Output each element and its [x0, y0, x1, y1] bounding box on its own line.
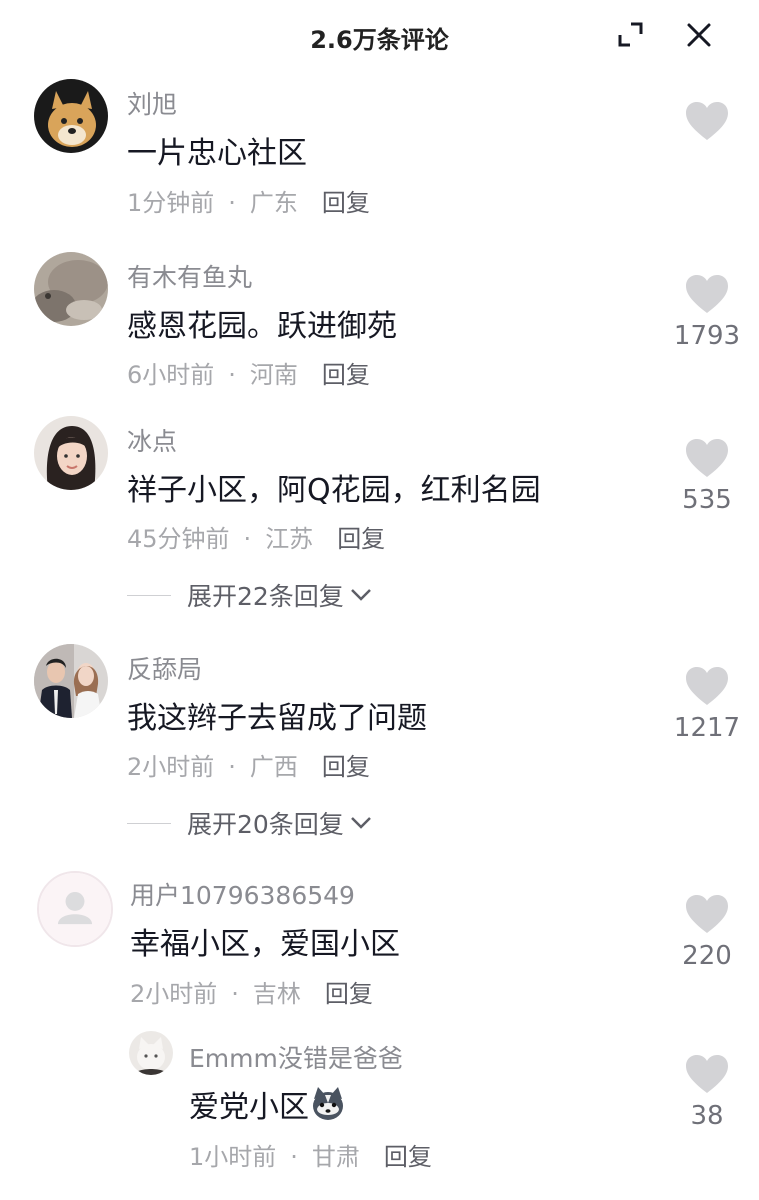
reply-button[interactable]: 回复 [337, 525, 385, 553]
comment-time: 2小时前 [130, 980, 218, 1008]
like-count [662, 148, 752, 180]
expand-replies-button[interactable]: 展开20条回复 [127, 805, 372, 841]
separator-dot: · [228, 753, 236, 781]
comment-text: 幸福小区，爱国小区 [130, 927, 400, 962]
default-user-avatar[interactable] [37, 871, 113, 947]
like-button[interactable]: 220 [662, 893, 752, 973]
expand-replies-button[interactable]: 展开22条回复 [127, 577, 372, 613]
comment-meta: 2小时前 · 吉林 回复 [130, 974, 373, 1009]
username[interactable]: Emmm没错是爸爸 [189, 1039, 403, 1075]
doge-avatar[interactable] [34, 79, 108, 153]
comment-meta: 1小时前 · 甘肃 回复 [189, 1137, 432, 1172]
comment-meta: 45分钟前 · 江苏 回复 [127, 519, 385, 554]
reply-button[interactable]: 回复 [325, 980, 373, 1008]
separator-dot: · [290, 1143, 298, 1171]
comment-time: 2小时前 [127, 753, 215, 781]
divider-line [127, 822, 171, 824]
comment-time: 45分钟前 [127, 525, 230, 553]
cat-avatar[interactable] [129, 1031, 173, 1075]
comment-text: 感恩花园。跃进御苑 [127, 309, 397, 344]
comment-location: 甘肃 [311, 1143, 360, 1171]
comment-location: 广东 [249, 189, 298, 217]
separator-dot: · [228, 189, 236, 217]
comment-meta: 2小时前 · 广西 回复 [127, 747, 370, 782]
comment-location: 江苏 [265, 525, 314, 553]
expand-replies-label: 展开20条回复 [187, 810, 344, 839]
heart-icon [686, 275, 728, 313]
heart-icon [686, 895, 728, 933]
expand-replies-label: 展开22条回复 [187, 582, 344, 611]
like-count: 535 [682, 485, 732, 515]
heart-icon [686, 439, 728, 477]
comment-location: 广西 [249, 753, 298, 781]
comment-text-content: 爱党小区 [189, 1090, 309, 1125]
like-count: 220 [682, 941, 732, 971]
like-button[interactable]: 1793 [662, 273, 752, 353]
comments-header: 2.6万条评论 [0, 0, 759, 72]
comment-location: 河南 [249, 361, 298, 389]
chevron-down-icon [350, 817, 371, 829]
comment-text: 祥子小区，阿Q花园，红利名园 [127, 473, 541, 508]
username[interactable]: 反舔局 [127, 650, 202, 686]
like-button[interactable]: 535 [662, 437, 752, 517]
couple-avatar[interactable] [34, 644, 108, 718]
like-count: 1217 [673, 713, 741, 743]
husky-emoji [309, 1085, 347, 1123]
reply-button[interactable]: 回复 [322, 753, 370, 781]
like-count: 38 [690, 1101, 724, 1131]
comment-meta: 1分钟前 · 广东 回复 [127, 183, 370, 218]
comment-time: 1小时前 [189, 1143, 277, 1171]
heart-icon [686, 667, 728, 705]
username[interactable]: 冰点 [127, 422, 177, 458]
comment-text: 我这辫子去留成了问题 [127, 701, 427, 736]
heart-icon [686, 102, 728, 140]
username[interactable]: 用户10796386549 [130, 876, 355, 912]
like-button[interactable]: 38 [662, 1053, 752, 1133]
like-button[interactable]: 1217 [662, 665, 752, 745]
heart-icon [686, 1055, 728, 1093]
comment-text: 一片忠心社区 [127, 136, 307, 171]
reply-button[interactable]: 回复 [322, 361, 370, 389]
close-icon[interactable] [682, 18, 716, 52]
like-button[interactable] [662, 100, 752, 180]
girl-avatar[interactable] [34, 416, 108, 490]
comment-text: 爱党小区 [189, 1082, 347, 1126]
reply-button[interactable]: 回复 [384, 1143, 432, 1171]
separator-dot: · [243, 525, 252, 553]
like-count: 1793 [673, 321, 741, 351]
comment-location: 吉林 [252, 980, 301, 1008]
divider-line [127, 594, 171, 596]
reply-button[interactable]: 回复 [322, 189, 370, 217]
comment-time: 1分钟前 [127, 189, 215, 217]
comment-time: 6小时前 [127, 361, 215, 389]
chevron-down-icon [350, 589, 371, 601]
separator-dot: · [231, 980, 239, 1008]
comment-meta: 6小时前 · 河南 回复 [127, 355, 370, 390]
stone-avatar[interactable] [34, 252, 108, 326]
username[interactable]: 有木有鱼丸 [127, 258, 252, 294]
username[interactable]: 刘旭 [127, 85, 177, 121]
separator-dot: · [228, 361, 236, 389]
expand-icon[interactable] [614, 18, 648, 52]
